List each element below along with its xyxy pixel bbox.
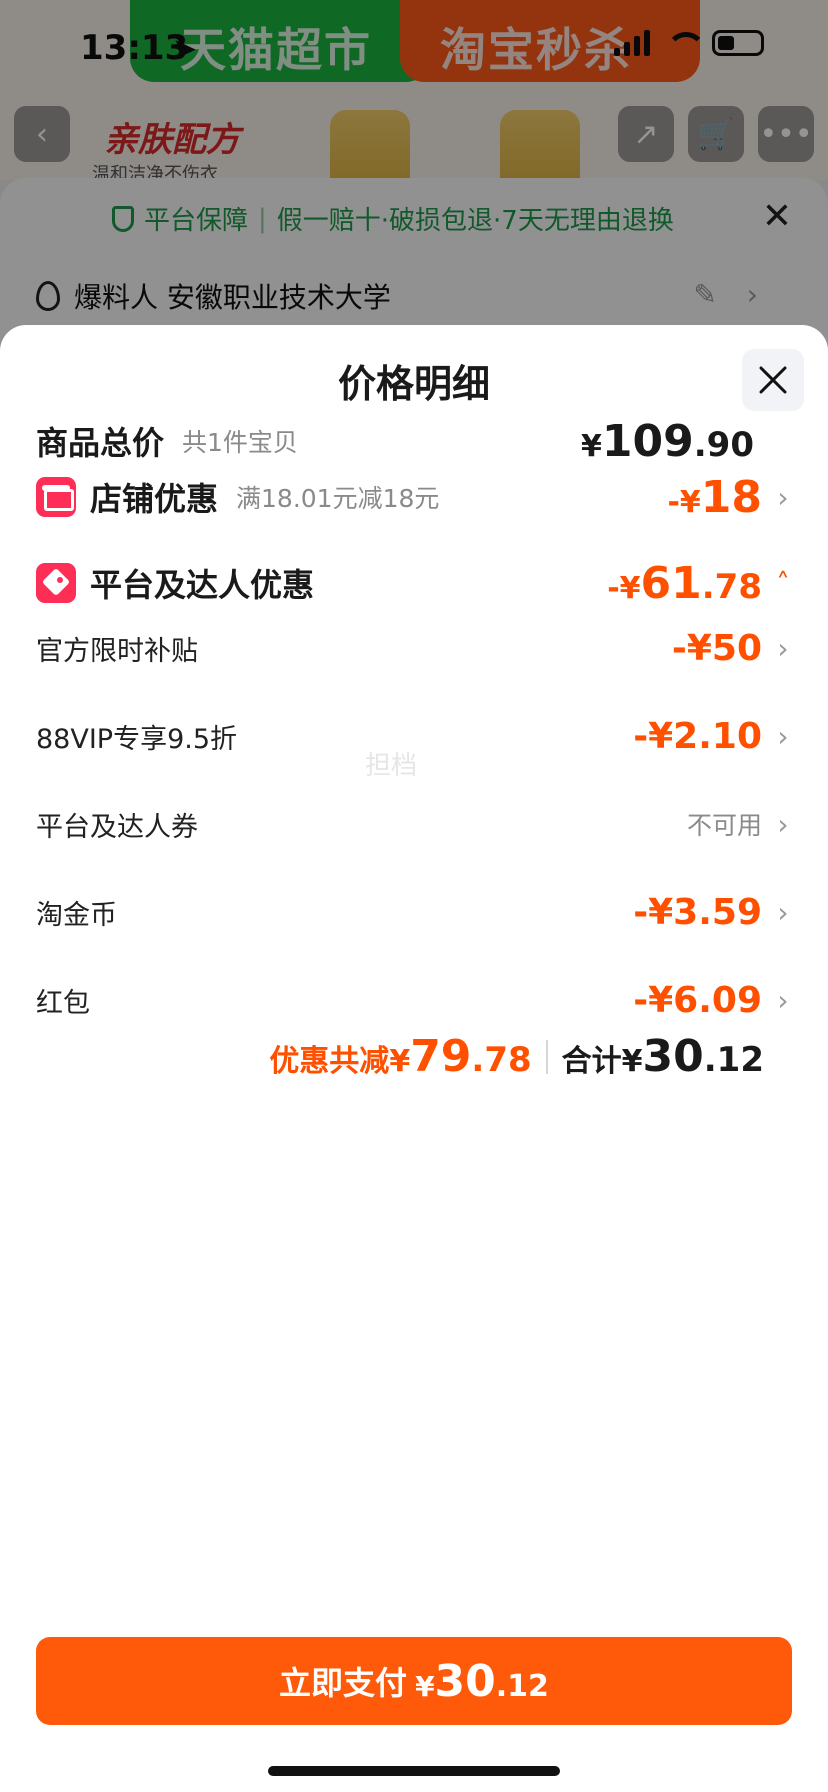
chevron-right-icon: › bbox=[777, 983, 789, 1017]
list-item[interactable]: 平台及达人券 不可用 › bbox=[36, 801, 792, 847]
discount-total: 优惠共减¥79.78 bbox=[269, 1031, 532, 1082]
store-discount-label: 店铺优惠 bbox=[90, 480, 219, 518]
store-discount-row[interactable]: 店铺优惠 满18.01元减18元 -¥18 › bbox=[36, 471, 792, 523]
item-label: 淘金币 bbox=[36, 899, 117, 931]
total-price-row: 商品总价 共1件宝贝 ¥109.90 bbox=[36, 413, 792, 469]
total-price: ¥109.90 bbox=[581, 415, 754, 467]
chevron-up-icon: ˄ bbox=[776, 566, 790, 600]
total-count: 共1件宝贝 bbox=[182, 428, 298, 457]
pay-button-amount: ¥30.12 bbox=[415, 1655, 549, 1707]
item-label: 红包 bbox=[36, 987, 90, 1019]
platform-discount-row[interactable]: 平台及达人优惠 -¥61.78 ˄ bbox=[36, 555, 792, 611]
item-label: 88VIP专享9.5折 bbox=[36, 723, 238, 755]
item-value: -¥50 bbox=[671, 627, 762, 669]
sheet-title: 价格明细 bbox=[337, 362, 490, 406]
grand-total: 合计¥30.12 bbox=[561, 1031, 764, 1082]
chevron-right-icon: › bbox=[777, 631, 789, 665]
item-value: -¥2.10 bbox=[633, 715, 762, 757]
price-summary: 优惠共减¥79.78 合计¥30.12 bbox=[269, 1031, 764, 1082]
close-icon bbox=[759, 366, 787, 394]
list-item[interactable]: 红包 -¥6.09 › bbox=[36, 977, 792, 1023]
chevron-right-icon: › bbox=[777, 480, 789, 514]
list-item[interactable]: 淘金币 -¥3.59 › bbox=[36, 889, 792, 935]
store-discount-rule: 满18.01元减18元 bbox=[236, 484, 440, 513]
home-indicator bbox=[268, 1766, 560, 1776]
total-label: 商品总价 bbox=[36, 424, 165, 462]
tag-icon bbox=[36, 563, 76, 603]
item-label: 平台及达人券 bbox=[36, 811, 198, 843]
item-value: 不可用 bbox=[686, 811, 762, 840]
divider bbox=[545, 1039, 548, 1074]
close-button[interactable] bbox=[742, 349, 804, 411]
item-value: -¥3.59 bbox=[633, 891, 762, 933]
store-icon bbox=[36, 477, 76, 517]
list-item[interactable]: 官方限时补贴 -¥50 › bbox=[36, 625, 792, 671]
chevron-right-icon: › bbox=[777, 719, 789, 753]
item-label: 官方限时补贴 bbox=[36, 635, 198, 667]
pay-now-button[interactable]: 立即支付 ¥30.12 bbox=[36, 1637, 792, 1725]
price-detail-sheet: 价格明细 商品总价 共1件宝贝 ¥109.90 店铺优惠 满18.01元减18元… bbox=[0, 325, 828, 1792]
store-discount-value: -¥18 bbox=[667, 471, 762, 523]
platform-discount-value: -¥61.78 bbox=[607, 557, 762, 609]
pay-button-label: 立即支付 bbox=[279, 1664, 408, 1702]
chevron-right-icon: › bbox=[777, 807, 789, 841]
item-value: -¥6.09 bbox=[633, 979, 762, 1021]
watermark: 担档 bbox=[365, 751, 418, 781]
platform-discount-label: 平台及达人优惠 bbox=[90, 566, 315, 604]
chevron-right-icon: › bbox=[777, 895, 789, 929]
